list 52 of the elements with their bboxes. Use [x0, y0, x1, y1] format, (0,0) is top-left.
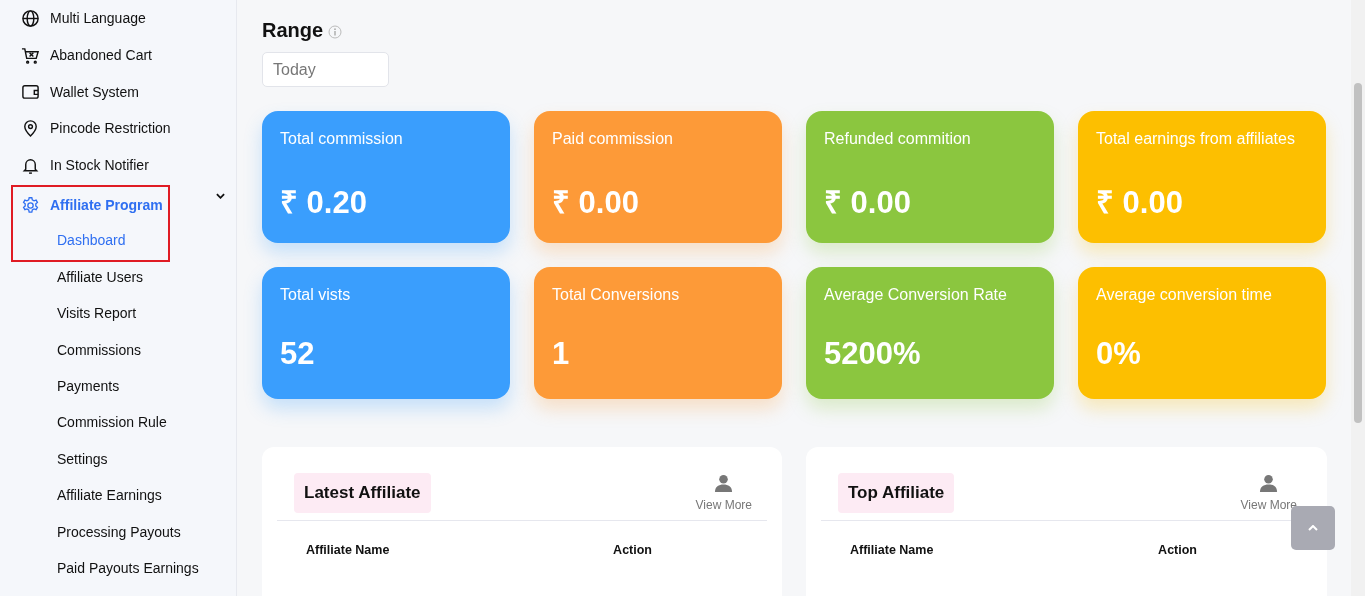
stat-value: ₹ 0.20	[280, 184, 368, 222]
globe-icon	[21, 8, 40, 28]
stat-value: ₹ 0.00	[1096, 184, 1184, 222]
stat-label: Total Conversions	[552, 285, 681, 305]
submenu-item[interactable]: Dashboard	[0, 222, 236, 259]
info-icon[interactable]	[328, 24, 343, 39]
range-title: Range	[262, 18, 324, 42]
stat-value: 5200%	[824, 336, 922, 372]
stat-label: Refunded commition	[824, 129, 972, 149]
submenu-item[interactable]: Visits Report	[0, 295, 236, 332]
column-header: Action	[1158, 543, 1197, 557]
column-header: Action	[613, 543, 652, 557]
scrollbar[interactable]	[1351, 0, 1365, 596]
stat-value: ₹ 0.00	[824, 184, 912, 222]
stat-label: Total commission	[280, 129, 404, 149]
stat-label: Total vists	[280, 285, 352, 305]
cart-icon	[21, 45, 40, 65]
stat-value: 1	[552, 336, 571, 372]
sidebar-item[interactable]: In Stock Notifier	[0, 146, 236, 184]
pin-icon	[21, 118, 40, 138]
submenu-item[interactable]: Payments	[0, 368, 236, 405]
stat-label: Average Conversion Rate	[824, 285, 1008, 305]
panel-title: Top Affiliate	[838, 473, 955, 513]
sidebar-item[interactable]: Pincode Restriction	[0, 110, 236, 147]
column-header: Affiliate Name	[850, 543, 934, 557]
wallet-icon	[21, 82, 40, 102]
stat-value: 52	[280, 336, 316, 372]
sidebar-item[interactable]: Abandoned Cart	[0, 36, 236, 74]
stat-value: 0%	[1096, 336, 1142, 372]
submenu-item[interactable]: Affiliate Users	[0, 258, 236, 296]
sidebar-item[interactable]: Multi Language	[0, 0, 236, 37]
chevron-up-icon	[1308, 525, 1318, 531]
stat-label: Total earnings from affiliates	[1096, 129, 1296, 149]
submenu-item[interactable]: Commissions	[0, 331, 236, 368]
submenu-item[interactable]: Processing Payouts	[0, 513, 236, 550]
stat-label: Paid commission	[552, 129, 674, 149]
submenu-item[interactable]: Commission Rule	[0, 404, 236, 441]
submenu-item[interactable]: Paid Payouts Earnings	[0, 549, 236, 587]
sidebar-item[interactable]: Affiliate Program	[13, 187, 168, 224]
settings-icon	[21, 195, 40, 215]
user-icon	[714, 474, 734, 493]
panel-title: Latest Affiliate	[294, 473, 431, 513]
user-icon	[1259, 474, 1279, 493]
stat-label: Average conversion time	[1096, 285, 1273, 305]
submenu-item[interactable]: Affiliate Earnings	[0, 477, 236, 514]
view-more-link[interactable]: View More	[695, 474, 752, 512]
column-header: Affiliate Name	[306, 543, 390, 557]
range-field[interactable]: Today	[262, 52, 389, 87]
chevron-icon[interactable]	[216, 193, 225, 199]
submenu-item[interactable]: Settings	[0, 440, 236, 478]
sidebar-item[interactable]: Wallet System	[0, 73, 236, 111]
stat-value: ₹ 0.00	[552, 184, 640, 222]
